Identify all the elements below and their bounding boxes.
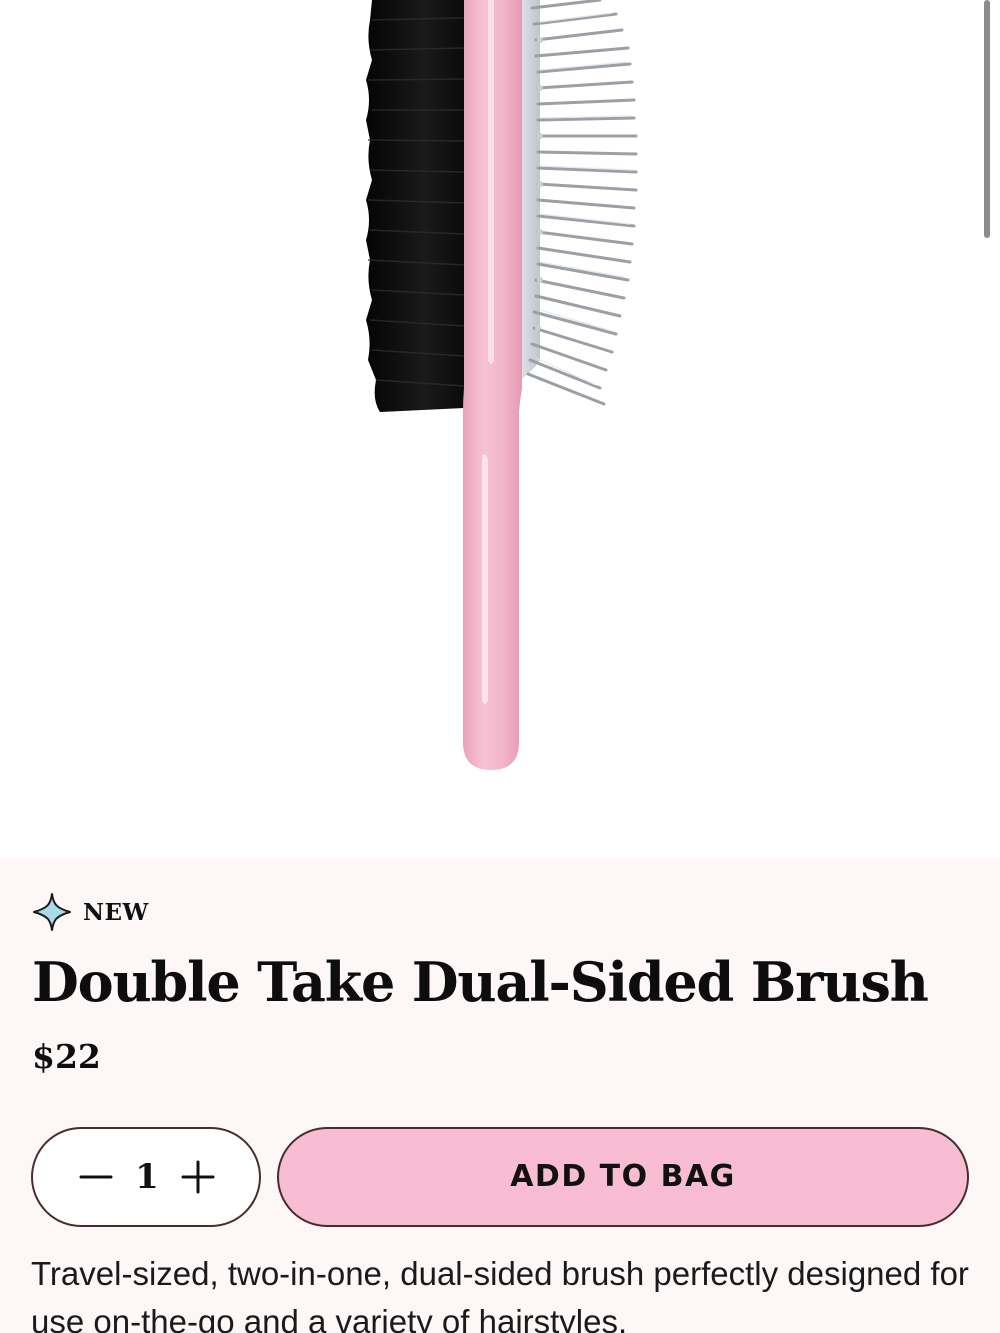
boar-bristles [366, 0, 465, 412]
badge-label: NEW [83, 898, 149, 926]
product-description: Travel-sized, two-in-one, dual-sided bru… [31, 1255, 969, 1333]
product-price: $22 [32, 1037, 101, 1076]
quantity-value[interactable]: 1 [129, 1153, 165, 1201]
brush-handle [463, 0, 522, 770]
decrement-button[interactable] [72, 1153, 120, 1201]
product-info-panel: NEW Double Take Dual-Sided Brush $22 1 A… [0, 858, 1000, 1333]
scrollbar-thumb[interactable] [984, 0, 990, 238]
add-to-bag-button[interactable]: ADD TO BAG [277, 1127, 969, 1227]
sparkle-icon [33, 893, 71, 931]
minus-icon [79, 1175, 113, 1179]
increment-button[interactable] [174, 1153, 222, 1201]
plus-icon [181, 1160, 215, 1194]
brush-illustration [366, 0, 638, 770]
metal-pins [520, 0, 638, 406]
quantity-stepper: 1 [31, 1127, 261, 1227]
product-title: Double Take Dual-Sided Brush [32, 950, 929, 1014]
new-badge: NEW [32, 892, 149, 932]
product-image [0, 0, 1000, 858]
